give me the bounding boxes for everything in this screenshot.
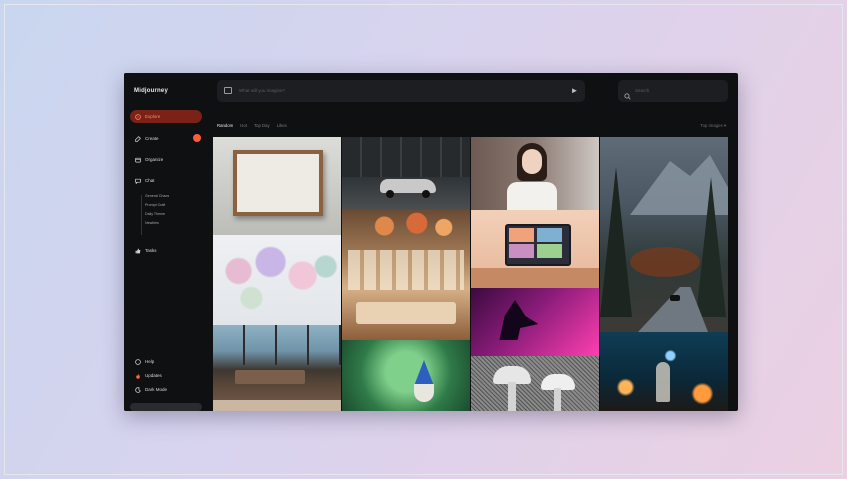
chat-room-prompt-craft[interactable]: Prompt Craft <box>145 203 165 207</box>
sidebar-item-label: Dark Mode <box>145 387 168 392</box>
prompt-input[interactable]: What will you imagine? <box>239 88 285 93</box>
sidebar-item-label: Create <box>145 136 159 141</box>
moon-icon <box>135 386 141 393</box>
sort-label: Top Images <box>700 123 723 128</box>
sort-dropdown[interactable]: Top Images ▾ <box>700 123 726 129</box>
sidebar-item-dark-mode[interactable]: Dark Mode <box>130 383 202 396</box>
compass-icon <box>135 113 141 120</box>
gallery-image-floral-painting[interactable] <box>213 235 341 325</box>
gallery-image-partial[interactable] <box>213 400 341 411</box>
chat-rooms-divider <box>141 195 142 235</box>
sidebar-item-tasks[interactable]: Tasks <box>130 244 202 257</box>
search-icon <box>624 87 631 100</box>
tab-random[interactable]: Random <box>217 123 233 128</box>
sidebar-item-label: Organize <box>145 157 164 162</box>
send-icon[interactable]: ► <box>570 86 579 96</box>
gallery-image-portrait-woman[interactable] <box>471 137 599 210</box>
image-upload-icon[interactable] <box>224 87 232 94</box>
help-icon <box>135 358 141 365</box>
search-bar[interactable]: Search <box>618 80 728 102</box>
gallery-image-dining-hall[interactable] <box>342 210 470 340</box>
gallery-image-mushrooms-sketch[interactable] <box>471 356 599 411</box>
sidebar-item-label: Help <box>145 359 155 364</box>
sidebar-item-organize[interactable]: Organize <box>130 153 202 166</box>
gallery-image-gnome[interactable] <box>342 340 470 411</box>
brand-logo[interactable]: Midjourney <box>134 88 168 94</box>
sidebar-item-explore[interactable]: Explore <box>130 110 202 123</box>
gallery-image-living-room[interactable] <box>213 325 341 400</box>
sidebar-item-create[interactable]: Create <box>130 132 202 145</box>
gallery-image-sports-car[interactable] <box>342 137 470 210</box>
sidebar-item-label: Tasks <box>145 248 157 253</box>
gallery-image-bokeh-lights[interactable] <box>600 332 728 411</box>
chat-room-newbies[interactable]: Newbies <box>145 221 159 225</box>
sidebar-item-help[interactable]: Help <box>130 355 202 368</box>
flame-icon <box>135 373 141 379</box>
sidebar-item-label: Chat <box>145 178 155 183</box>
tab-top-day[interactable]: Top Day <box>254 123 270 128</box>
gallery-image-mountain-road[interactable] <box>600 137 728 332</box>
folder-icon <box>135 157 141 163</box>
sidebar-item-label: Explore <box>145 114 161 119</box>
sidebar: Midjourney Explore Create Organize Chat … <box>124 73 211 411</box>
tab-hot[interactable]: Hot <box>240 123 247 128</box>
feed-tabs: Random Hot Top Day Likes <box>217 123 287 128</box>
gallery-image-wooden-frame[interactable] <box>213 137 341 235</box>
sidebar-item-chat[interactable]: Chat <box>130 174 202 187</box>
gallery-image-video-call-illustration[interactable] <box>471 210 599 288</box>
search-input[interactable]: Search <box>635 88 649 93</box>
prompt-bar[interactable]: What will you imagine? ► <box>217 80 585 102</box>
sidebar-item-label: Updates <box>145 373 162 378</box>
brush-icon <box>135 135 141 142</box>
sidebar-item-updates[interactable]: Updates <box>130 369 202 382</box>
chat-icon <box>135 178 141 184</box>
chat-room-daily-theme[interactable]: Daily Theme <box>145 212 165 216</box>
gallery-image-neon-figure[interactable] <box>471 288 599 356</box>
chat-room-general-chaos[interactable]: General Chaos <box>145 194 169 198</box>
thumbs-up-icon <box>135 248 141 254</box>
user-profile[interactable] <box>130 403 202 411</box>
midjourney-window: Midjourney Explore Create Organize Chat … <box>124 73 738 411</box>
notification-badge <box>193 134 201 142</box>
tab-likes[interactable]: Likes <box>277 123 287 128</box>
